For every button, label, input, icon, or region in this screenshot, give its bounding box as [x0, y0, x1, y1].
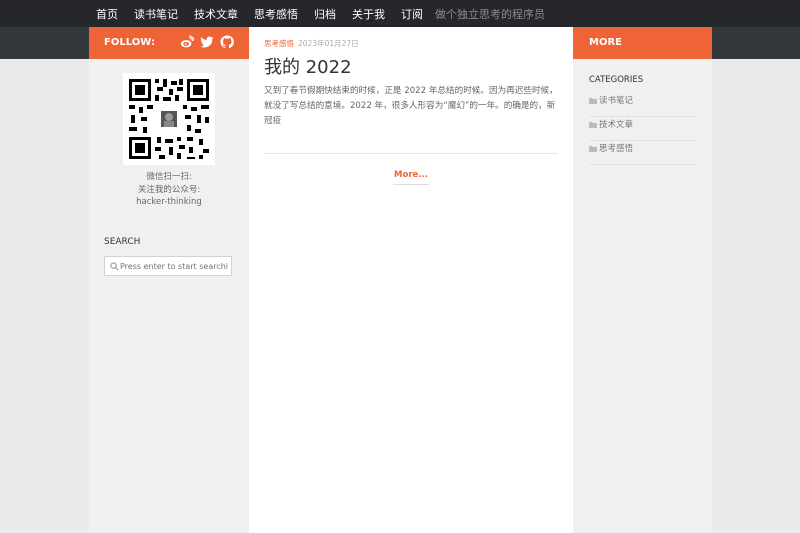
more-bar: MORE [573, 27, 712, 59]
more-label: MORE [589, 37, 622, 48]
site-tagline: 做个独立思考的程序员 [435, 7, 545, 21]
follow-label: FOLLOW: [104, 37, 155, 48]
weibo-icon[interactable] [180, 35, 194, 49]
more-button[interactable]: More... [393, 166, 429, 185]
post-excerpt: 又到了春节假期快结束的时候，正是 2022 年总结的时候。因为再迟些时候，就没了… [264, 86, 558, 126]
category-item-reading-notes[interactable]: 读书笔记 [589, 93, 697, 117]
post-divider [264, 153, 558, 154]
main-content: 思考感悟 2023年01月27日 我的 2022 又到了春节假期快结束的时候，正是… [249, 27, 573, 533]
post-meta: 思考感悟 2023年01月27日 [264, 38, 359, 49]
search-box[interactable] [104, 256, 232, 276]
search-input[interactable] [120, 259, 228, 273]
qr-caption-line-2: 关注我的公众号: [137, 185, 201, 195]
post-category-link[interactable]: 思考感悟 [264, 39, 294, 48]
right-sidebar: MORE CATEGORIES 读书笔记 技术文章 思考感悟 [573, 27, 712, 533]
qr-caption-line-1: 微信扫一扫: [146, 172, 192, 182]
search-title: SEARCH [104, 237, 141, 247]
nav-item-thoughts[interactable]: 思考感悟 [254, 6, 298, 22]
github-icon[interactable] [220, 35, 234, 49]
post-date: 2023年01月27日 [298, 39, 359, 48]
nav-item-archive[interactable]: 归档 [314, 6, 336, 22]
search-icon [110, 262, 119, 271]
folder-icon [589, 146, 597, 152]
wechat-qr-code [123, 73, 215, 165]
category-label: 思考感悟 [599, 144, 634, 154]
folder-icon [589, 98, 597, 104]
category-item-tech-articles[interactable]: 技术文章 [589, 117, 697, 141]
category-label: 读书笔记 [599, 96, 634, 106]
folder-icon [589, 122, 597, 128]
category-item-thoughts[interactable]: 思考感悟 [589, 141, 697, 165]
categories-title: CATEGORIES [589, 75, 644, 85]
twitter-icon[interactable] [200, 35, 214, 49]
nav-item-subscribe[interactable]: 订阅 [401, 6, 423, 22]
nav-item-tech-articles[interactable]: 技术文章 [194, 6, 238, 22]
nav-item-home[interactable]: 首页 [96, 6, 118, 22]
left-sidebar: FOLLOW: 微信扫一扫: 关注我的公众号: hacker-thinking … [89, 27, 249, 533]
nav-menu: 首页 读书笔记 技术文章 思考感悟 归档 关于我 订阅 做个独立思考的程序员 [88, 0, 545, 27]
qr-caption-line-3: hacker-thinking [136, 197, 202, 207]
post-title[interactable]: 我的 2022 [264, 53, 352, 79]
top-navigation: 首页 读书笔记 技术文章 思考感悟 归档 关于我 订阅 做个独立思考的程序员 [0, 0, 800, 27]
follow-bar: FOLLOW: [89, 27, 249, 59]
nav-item-about[interactable]: 关于我 [352, 6, 385, 22]
nav-item-reading-notes[interactable]: 读书笔记 [134, 6, 178, 22]
category-label: 技术文章 [599, 120, 634, 130]
